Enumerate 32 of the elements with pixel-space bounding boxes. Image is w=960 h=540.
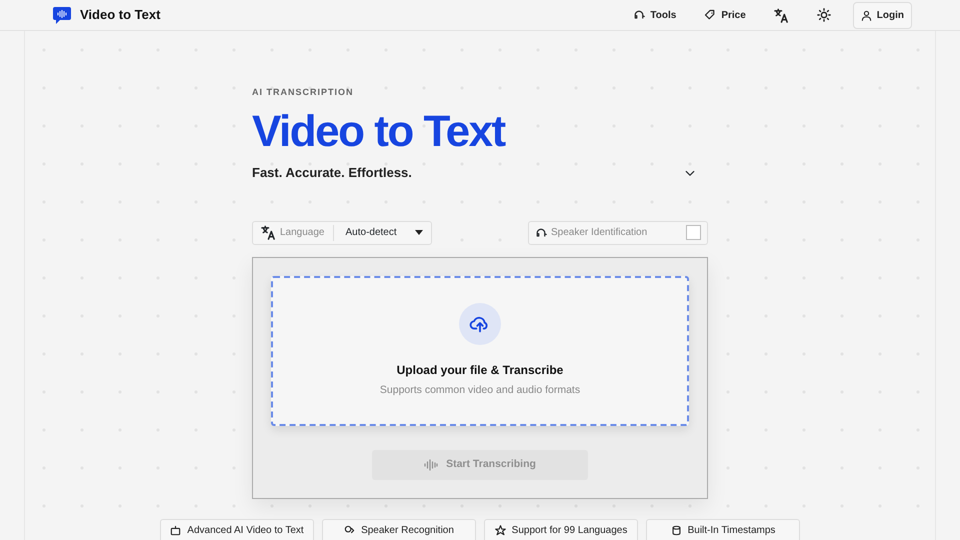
language-select[interactable]: Language Auto-detect [252,220,432,245]
sound-wave-icon [424,458,438,471]
feature-label: Built-In Timestamps [688,524,776,538]
tag-icon [704,9,716,21]
tools-menu-button[interactable]: Tools [627,4,682,26]
upload-subtitle: Supports common video and audio formats [380,382,580,398]
speaker-identification-label: Speaker Identification [551,226,648,240]
upload-cloud-icon [459,302,501,345]
language-value: Auto-detect [346,226,397,240]
sun-icon [816,8,831,22]
eyebrow-label: AI TRANSCRIPTION [252,86,354,99]
star-icon [494,525,506,536]
headset-icon [633,9,646,21]
translate-icon [261,225,276,240]
database-icon [670,525,682,536]
feature-label: Advanced AI Video to Text [187,524,304,538]
price-menu-button[interactable]: Price [698,4,752,26]
drop-zone[interactable]: Upload your file & Transcribe Supports common video and audio formats [271,276,689,426]
tagline: Fast. Accurate. Effortless. [252,164,412,182]
user-icon [860,10,872,20]
headset-icon [535,226,547,239]
hero-title: Video to Text [252,109,506,156]
login-button[interactable]: Login [852,2,912,28]
translate-icon [774,8,789,22]
feature-label: Support for 99 Languages [512,524,628,538]
language-label: Language [280,226,324,240]
dropdown-caret-icon [415,230,423,236]
chat-bubble-logo-icon [52,5,72,25]
upload-title: Upload your file & Transcribe [396,362,564,379]
brand-title[interactable]: Video to Text [80,5,160,25]
speaker-checkbox[interactable] [686,225,701,240]
feature-label: Speaker Recognition [361,524,454,538]
